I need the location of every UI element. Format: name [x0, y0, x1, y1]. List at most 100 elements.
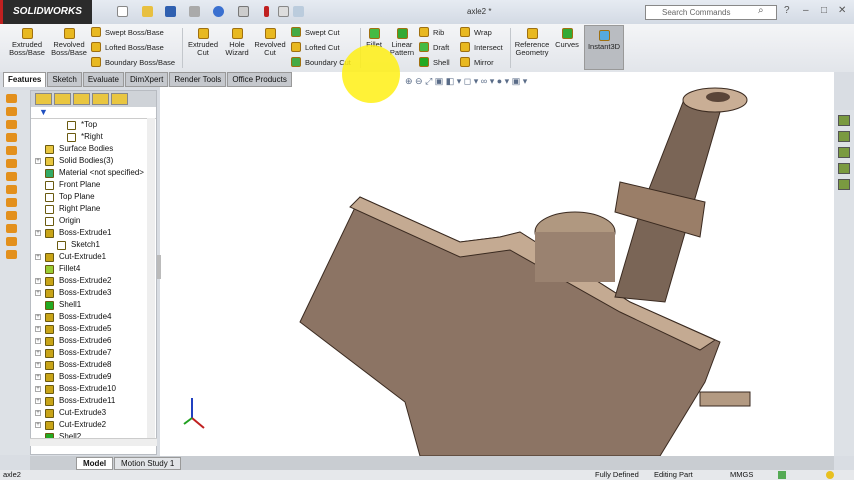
rebuild-icon[interactable]: [264, 6, 269, 17]
expand-icon[interactable]: +: [35, 398, 41, 404]
extrude-icon[interactable]: [6, 94, 17, 103]
tree-node[interactable]: Surface Bodies: [31, 143, 156, 155]
save-icon[interactable]: [165, 6, 176, 17]
loft-icon[interactable]: [6, 133, 17, 142]
help-icon[interactable]: ?: [784, 5, 790, 16]
tree-node[interactable]: Right Plane: [31, 203, 156, 215]
appearances-icon[interactable]: [838, 179, 850, 190]
close-icon[interactable]: ✕: [838, 5, 846, 16]
tab-sketch[interactable]: Sketch: [47, 72, 82, 87]
expand-icon[interactable]: +: [35, 278, 41, 284]
restore-icon[interactable]: □: [821, 5, 827, 16]
intersect-button[interactable]: Intersect: [460, 42, 503, 52]
configuration-manager-tab-icon[interactable]: [73, 93, 90, 105]
tree-node[interactable]: Sketch1: [31, 239, 156, 251]
tree-node[interactable]: Shell1: [31, 299, 156, 311]
expand-icon[interactable]: +: [35, 314, 41, 320]
property-manager-tab-icon[interactable]: [54, 93, 71, 105]
mirror-button[interactable]: Mirror: [460, 57, 494, 67]
print-icon[interactable]: [189, 6, 200, 17]
shell-icon[interactable]: [6, 172, 17, 181]
tree-node[interactable]: + Boss-Extrude2: [31, 275, 156, 287]
design-library-icon[interactable]: [838, 131, 850, 142]
filter-icon[interactable]: ▼: [31, 107, 156, 119]
tree-node[interactable]: Top Plane: [31, 191, 156, 203]
tab-model[interactable]: Model: [76, 457, 114, 470]
tab-features[interactable]: Features: [3, 72, 47, 87]
tree-node[interactable]: *Top: [31, 119, 156, 131]
tree-node[interactable]: + Boss-Extrude8: [31, 359, 156, 371]
lofted-boss-button[interactable]: Lofted Boss/Base: [91, 42, 164, 52]
boundary-cut-button[interactable]: Boundary Cut: [291, 57, 351, 67]
instant3d-button[interactable]: Instant3D: [584, 25, 624, 70]
expand-icon[interactable]: +: [35, 362, 41, 368]
revolved-cut-button[interactable]: Revolved Cut: [254, 24, 286, 57]
tab-evaluate[interactable]: Evaluate: [82, 72, 124, 87]
mirror-icon[interactable]: [6, 250, 17, 259]
file-explorer-icon[interactable]: [838, 147, 850, 158]
resources-icon[interactable]: [838, 115, 850, 126]
hole-wizard-button[interactable]: Hole Wizard: [223, 24, 251, 57]
tab-render-tools[interactable]: Render Tools: [169, 72, 227, 87]
curves-button[interactable]: Curves: [553, 24, 581, 49]
linear-pattern-button[interactable]: Linear Pattern: [388, 24, 416, 57]
heads-up-view-toolbar[interactable]: ⊕ ⊖ ⤢ ▣ ◧ ▾ ◻ ▾ ∞ ▾ ● ▾ ▣ ▾: [405, 76, 527, 87]
tree-node[interactable]: + Boss-Extrude5: [31, 323, 156, 335]
status-units[interactable]: MMGS: [730, 470, 753, 480]
expand-icon[interactable]: +: [35, 338, 41, 344]
expand-icon[interactable]: +: [35, 326, 41, 332]
minimize-icon[interactable]: –: [803, 5, 809, 16]
revolved-boss-button[interactable]: Revolved Boss/Base: [50, 24, 88, 57]
reference-geometry-button[interactable]: Reference Geometry: [513, 24, 551, 57]
expand-icon[interactable]: +: [35, 422, 41, 428]
expand-icon[interactable]: +: [35, 230, 41, 236]
tab-dimxpert[interactable]: DimXpert: [124, 72, 169, 87]
cut-icon[interactable]: [6, 146, 17, 155]
tab-motion-study[interactable]: Motion Study 1: [114, 457, 182, 470]
graphics-area[interactable]: [160, 72, 834, 457]
expand-icon[interactable]: +: [35, 410, 41, 416]
tree-node[interactable]: Front Plane: [31, 179, 156, 191]
search-icon[interactable]: ⌕: [758, 5, 764, 16]
fillet-icon[interactable]: [6, 211, 17, 220]
tree-node[interactable]: + Boss-Extrude6: [31, 335, 156, 347]
boundary-boss-button[interactable]: Boundary Boss/Base: [91, 57, 175, 67]
tree-node[interactable]: + Boss-Extrude3: [31, 287, 156, 299]
expand-icon[interactable]: +: [35, 386, 41, 392]
help-icon[interactable]: [778, 471, 786, 479]
tree-node[interactable]: + Solid Bodies(3): [31, 155, 156, 167]
draft-button[interactable]: Draft: [419, 42, 449, 52]
shell-button[interactable]: Shell: [419, 57, 450, 67]
hole-icon[interactable]: [6, 224, 17, 233]
panel-collapse-handle[interactable]: [157, 255, 161, 279]
tree-node[interactable]: + Boss-Extrude9: [31, 371, 156, 383]
dimxpert-tab-icon[interactable]: [92, 93, 109, 105]
tree-horizontal-scrollbar[interactable]: [30, 438, 157, 446]
tree-node[interactable]: *Right: [31, 131, 156, 143]
display-manager-tab-icon[interactable]: [111, 93, 128, 105]
tree-node[interactable]: + Cut-Extrude3: [31, 407, 156, 419]
tree-node[interactable]: Material <not specified>: [31, 167, 156, 179]
options-icon[interactable]: [293, 6, 304, 17]
undo-icon[interactable]: [213, 6, 224, 17]
lofted-cut-button[interactable]: Lofted Cut: [291, 42, 340, 52]
revolve-icon[interactable]: [6, 107, 17, 116]
view-palette-icon[interactable]: [838, 163, 850, 174]
tree-node[interactable]: Origin: [31, 215, 156, 227]
tree-node[interactable]: + Boss-Extrude4: [31, 311, 156, 323]
expand-icon[interactable]: +: [35, 158, 41, 164]
open-icon[interactable]: [142, 6, 153, 17]
rib-button[interactable]: Rib: [419, 27, 444, 37]
pattern-icon[interactable]: [6, 198, 17, 207]
tree-node[interactable]: + Cut-Extrude1: [31, 251, 156, 263]
tree-node[interactable]: + Boss-Extrude11: [31, 395, 156, 407]
tree-node[interactable]: + Boss-Extrude1: [31, 227, 156, 239]
extruded-cut-button[interactable]: Extruded Cut: [186, 24, 220, 57]
wrap-button[interactable]: Wrap: [460, 27, 492, 37]
sweep-icon[interactable]: [6, 120, 17, 129]
cut-revolve-icon[interactable]: [6, 159, 17, 168]
tree-vertical-scrollbar[interactable]: [147, 118, 155, 438]
expand-icon[interactable]: +: [35, 350, 41, 356]
swept-boss-button[interactable]: Swept Boss/Base: [91, 27, 164, 37]
new-icon[interactable]: [117, 6, 128, 17]
